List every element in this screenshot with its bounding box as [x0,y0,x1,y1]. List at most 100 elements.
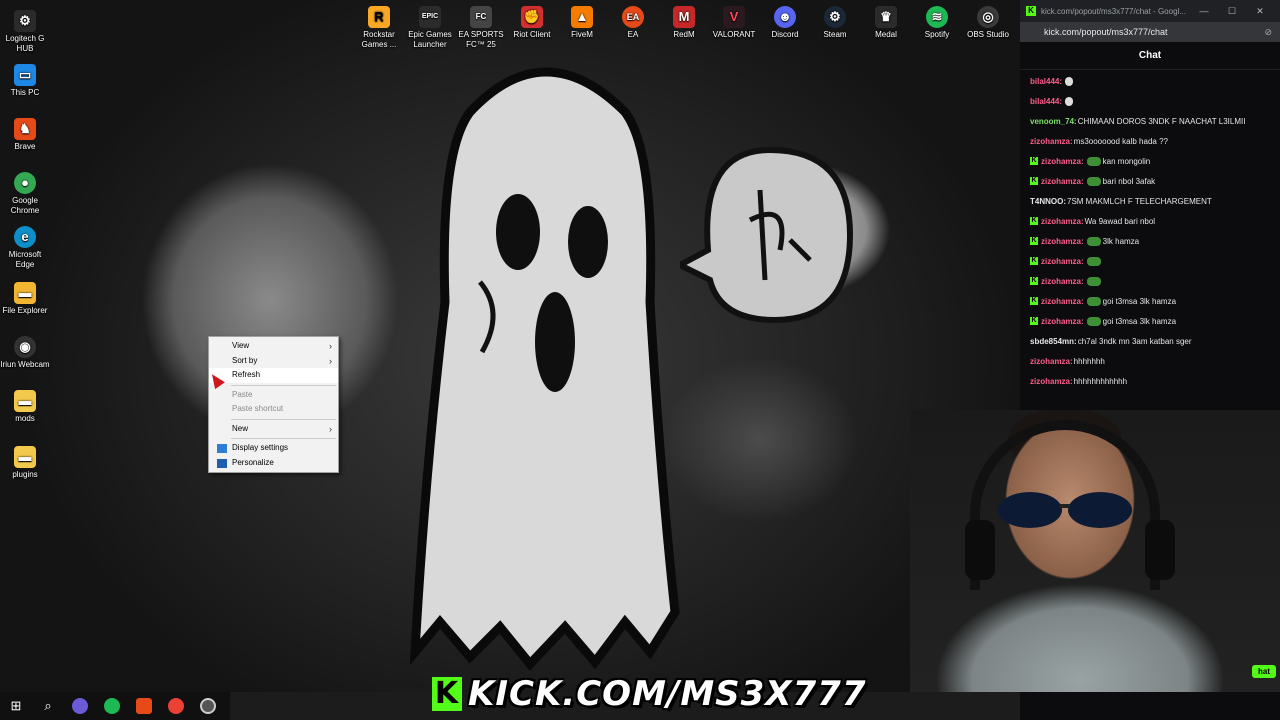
maximize-icon[interactable]: ☐ [1218,6,1246,17]
kick-badge-icon: K [1030,157,1038,165]
search-icon[interactable]: ⌕ [32,692,64,720]
chat-username[interactable]: sbde854mn: [1030,337,1077,346]
fivem-shortcut[interactable]: ▲ FiveM [557,6,607,40]
chat-username[interactable]: zizohamza: [1041,237,1084,246]
chat-text: kan mongolin [1102,157,1151,166]
chat-username[interactable]: zizohamza: [1041,177,1084,186]
folder-icon: ▬ [14,446,36,468]
menu-item-sort-by[interactable]: Sort by › [209,354,338,369]
personalize-icon [217,458,227,468]
fivem-icon: ▲ [571,6,593,28]
chat-username[interactable]: venoom_74: [1030,117,1077,126]
microsoft-edge-shortcut[interactable]: e Microsoft Edge [0,226,50,270]
chat-message: Kzizohamza: kan mongolin [1030,152,1274,172]
chrome-icon[interactable] [160,692,192,720]
menu-item-paste[interactable]: Paste [209,388,338,403]
chat-message: zizohamza:ms3ooooood kalb hada ?? [1030,132,1274,152]
address-bar[interactable]: kick.com/popout/ms3x777/chat ⊘ [1020,22,1280,42]
chat-username[interactable]: zizohamza: [1030,137,1073,146]
rockstar-games-shortcut[interactable]: R Rockstar Games ... [354,6,404,50]
medal-icon: ♛ [875,6,897,28]
webcam-icon: ◉ [14,336,36,358]
chat-username[interactable]: bilal444: [1030,77,1062,86]
chat-username[interactable]: zizohamza: [1030,357,1073,366]
chat-text: ch7al 3ndk mn 3am katban sger [1077,337,1192,346]
folder-icon: ▬ [14,390,36,412]
riot-client-shortcut[interactable]: ✊ Riot Client [507,6,557,40]
chat-text: 3lk hamza [1102,237,1140,246]
windows-start-icon[interactable]: ⊞ [0,692,32,720]
ea-sports-fc-shortcut[interactable]: FC EA SPORTS FC™ 25 [456,6,506,50]
chat-username[interactable]: zizohamza: [1041,297,1084,306]
chat-username[interactable]: zizohamza: [1041,217,1084,226]
desktop-context-menu: View › Sort by › Refresh Paste Paste sho… [208,336,339,473]
headset-ear-right [1145,520,1175,580]
obs-icon[interactable] [192,692,224,720]
rockstar-icon: R [368,6,390,28]
spotify-icon[interactable] [96,692,128,720]
kick-favicon-icon: K [1026,6,1036,16]
chat-username[interactable]: zizohamza: [1041,277,1084,286]
chat-message: zizohamza:hhhhhhh [1030,352,1274,372]
brave-icon[interactable] [128,692,160,720]
window-titlebar[interactable]: K kick.com/popout/ms3x777/chat - Googl..… [1020,0,1280,22]
google-chrome-shortcut[interactable]: ● Google Chrome [0,172,50,216]
epic-games-shortcut[interactable]: EPIC Epic Games Launcher [405,6,455,50]
redm-shortcut[interactable]: M RedM [659,6,709,40]
emote-icon [1086,177,1101,187]
kick-badge-icon: K [1030,317,1038,325]
iriun-webcam-shortcut[interactable]: ◉ Iriun Webcam [0,336,50,370]
taskbar: ⊞ ⌕ [0,692,230,720]
chat-username[interactable]: zizohamza: [1041,317,1084,326]
spotify-shortcut[interactable]: ≋ Spotify [912,6,962,40]
menu-item-refresh[interactable]: Refresh [209,368,338,383]
chat-username[interactable]: zizohamza: [1041,157,1084,166]
chat-username[interactable]: zizohamza: [1041,257,1084,266]
desktop-wallpaper[interactable] [0,0,1020,692]
chevron-right-icon: › [329,423,332,434]
ea-shortcut[interactable]: EA EA [608,6,658,40]
menu-separator [231,438,336,439]
this-pc-shortcut[interactable]: ▭ This PC [0,64,50,98]
chat-username[interactable]: zizohamza: [1030,377,1073,386]
kick-badge-icon: K [1030,257,1038,265]
chat-message-list[interactable]: bilal444: bilal444: venoom_74:CHIMAAN DORO… [1020,70,1280,392]
menu-item-paste-shortcut[interactable]: Paste shortcut [209,402,338,417]
valorant-shortcut[interactable]: V VALORANT [709,6,759,40]
kick-badge-icon: K [1030,217,1038,225]
obs-studio-shortcut[interactable]: ◎ OBS Studio [963,6,1013,40]
menu-item-personalize[interactable]: Personalize [209,456,338,471]
chevron-right-icon: › [329,355,332,366]
chat-text: 7SM MAKMLCH F TELECHARGEMENT [1067,197,1212,206]
steam-shortcut[interactable]: ⚙ Steam [810,6,860,40]
sunglasses-graphic [998,492,1132,528]
medal-shortcut[interactable]: ♛ Medal [861,6,911,40]
webcam-overlay: hat [910,410,1280,692]
kick-badge-icon: K [1030,237,1038,245]
chat-message: venoom_74:CHIMAAN DOROS 3NDK F NAACHAT L… [1030,112,1274,132]
address-url: kick.com/popout/ms3x777/chat [1044,27,1168,37]
chat-message: bilal444: [1030,92,1274,112]
chat-text: goi t3msa 3lk hamza [1102,317,1177,326]
mods-folder[interactable]: ▬ mods [0,390,50,424]
chat-username[interactable]: bilal444: [1030,97,1062,106]
emote-icon [1065,77,1074,87]
menu-item-new[interactable]: New › [209,422,338,437]
plugins-folder[interactable]: ▬ plugins [0,446,50,480]
taskbar-app-icon[interactable] [64,692,96,720]
menu-item-view[interactable]: View › [209,339,338,354]
logitech-g-hub-shortcut[interactable]: ⚙ Logitech G HUB [0,10,50,54]
epic-icon: EPIC [419,6,441,28]
chat-username[interactable]: T4NNOO: [1030,197,1066,206]
tracking-protection-icon[interactable]: ⊘ [1264,27,1272,38]
discord-shortcut[interactable]: ☻ Discord [760,6,810,40]
redm-icon: M [673,6,695,28]
emote-icon [1086,237,1101,247]
file-explorer-shortcut[interactable]: ▬ File Explorer [0,282,50,316]
brave-shortcut[interactable]: ♞ Brave [0,118,50,152]
minimize-icon[interactable]: — [1190,6,1218,16]
chat-button[interactable]: hat [1252,665,1276,678]
window-title: kick.com/popout/ms3x777/chat - Googl... [1041,6,1186,16]
close-icon[interactable]: ✕ [1246,6,1274,17]
menu-item-display-settings[interactable]: Display settings [209,441,338,456]
